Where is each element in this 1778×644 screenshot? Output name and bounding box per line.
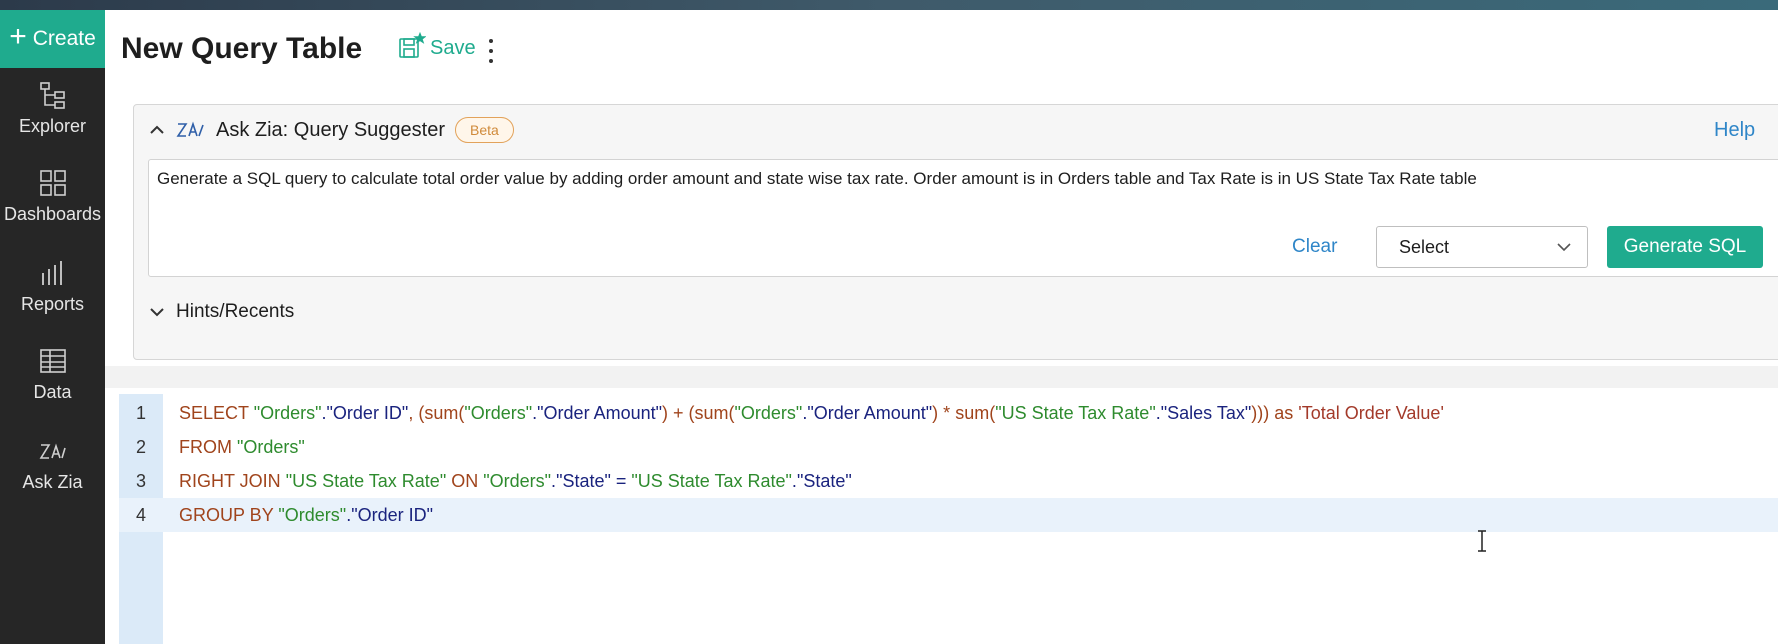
code-line[interactable]: 2 FROM "Orders" — [119, 430, 1778, 464]
chevron-up-icon[interactable] — [148, 121, 166, 139]
dashboards-icon — [39, 170, 66, 196]
sidebar-item-label: Ask Zia — [22, 472, 83, 492]
save-icon — [399, 32, 426, 58]
line-number: 2 — [135, 436, 146, 457]
sql-editor[interactable]: 1 SELECT "Orders"."Order ID", (sum("Orde… — [119, 394, 1778, 644]
sidebar-item-data[interactable]: Data — [0, 346, 105, 403]
zia-logo-icon — [176, 121, 204, 137]
window-top-band — [0, 0, 1778, 10]
help-link[interactable]: Help — [1714, 119, 1755, 142]
hints-recents-label: Hints/Recents — [176, 301, 295, 322]
left-sidebar: + Create Explorer Dashboards Reports Dat… — [0, 10, 105, 644]
code-text: GROUP BY "Orders"."Order ID" — [179, 504, 433, 525]
chevron-down-icon — [1557, 243, 1571, 252]
main-area: New Query Table Save Ask Zia: Query Sugg… — [105, 10, 1778, 644]
zia-prompt-input[interactable]: Generate a SQL query to calculate total … — [157, 168, 1557, 190]
select-value: Select — [1399, 236, 1450, 257]
chevron-down-icon — [150, 308, 164, 317]
sidebar-item-label: Explorer — [18, 116, 87, 136]
create-button-label: Create — [32, 27, 96, 50]
line-number: 3 — [135, 470, 146, 491]
code-text: FROM "Orders" — [179, 436, 305, 457]
sidebar-item-dashboards[interactable]: Dashboards — [0, 168, 105, 225]
save-button-label: Save — [430, 37, 476, 59]
save-button[interactable]: Save — [398, 32, 476, 60]
line-number: 1 — [135, 402, 146, 423]
ask-zia-title: Ask Zia: Query Suggester — [216, 118, 445, 141]
sidebar-item-label: Reports — [20, 294, 85, 314]
code-line[interactable]: 1 SELECT "Orders"."Order ID", (sum("Orde… — [119, 396, 1778, 430]
code-line[interactable]: 3 RIGHT JOIN "US State Tax Rate" ON "Ord… — [119, 464, 1778, 498]
clear-button[interactable]: Clear — [1292, 236, 1337, 258]
sidebar-item-explorer[interactable]: Explorer — [0, 80, 105, 137]
zia-icon — [39, 443, 66, 459]
generate-sql-button[interactable]: Generate SQL — [1607, 226, 1763, 268]
sidebar-item-reports[interactable]: Reports — [0, 258, 105, 315]
sidebar-item-label: Data — [33, 382, 72, 402]
explorer-icon — [39, 82, 65, 109]
data-icon — [39, 349, 66, 373]
sidebar-item-ask-zia[interactable]: Ask Zia — [0, 436, 105, 493]
code-text: RIGHT JOIN "US State Tax Rate" ON "Order… — [179, 470, 852, 491]
hints-recents-toggle[interactable]: Hints/Recents — [148, 301, 294, 323]
section-divider — [105, 366, 1778, 388]
reports-icon — [41, 261, 62, 285]
line-number: 4 — [135, 504, 146, 525]
page-title: New Query Table — [121, 32, 363, 65]
plus-icon: + — [9, 20, 27, 53]
text-cursor-icon — [1478, 530, 1486, 552]
beta-badge: Beta — [454, 117, 514, 143]
database-select[interactable]: Select — [1376, 226, 1588, 268]
zia-prompt-box: Generate a SQL query to calculate total … — [148, 159, 1778, 277]
code-text: SELECT "Orders"."Order ID", (sum("Orders… — [179, 402, 1444, 423]
sidebar-item-label: Dashboards — [3, 204, 102, 224]
ask-zia-header: Ask Zia: Query Suggester Beta — [148, 117, 514, 143]
ask-zia-panel: Ask Zia: Query Suggester Beta Help Gener… — [133, 104, 1778, 360]
more-options-icon[interactable] — [483, 36, 499, 66]
create-button[interactable]: + Create — [0, 10, 105, 68]
code-line[interactable]: 4 GROUP BY "Orders"."Order ID" — [119, 498, 1778, 532]
